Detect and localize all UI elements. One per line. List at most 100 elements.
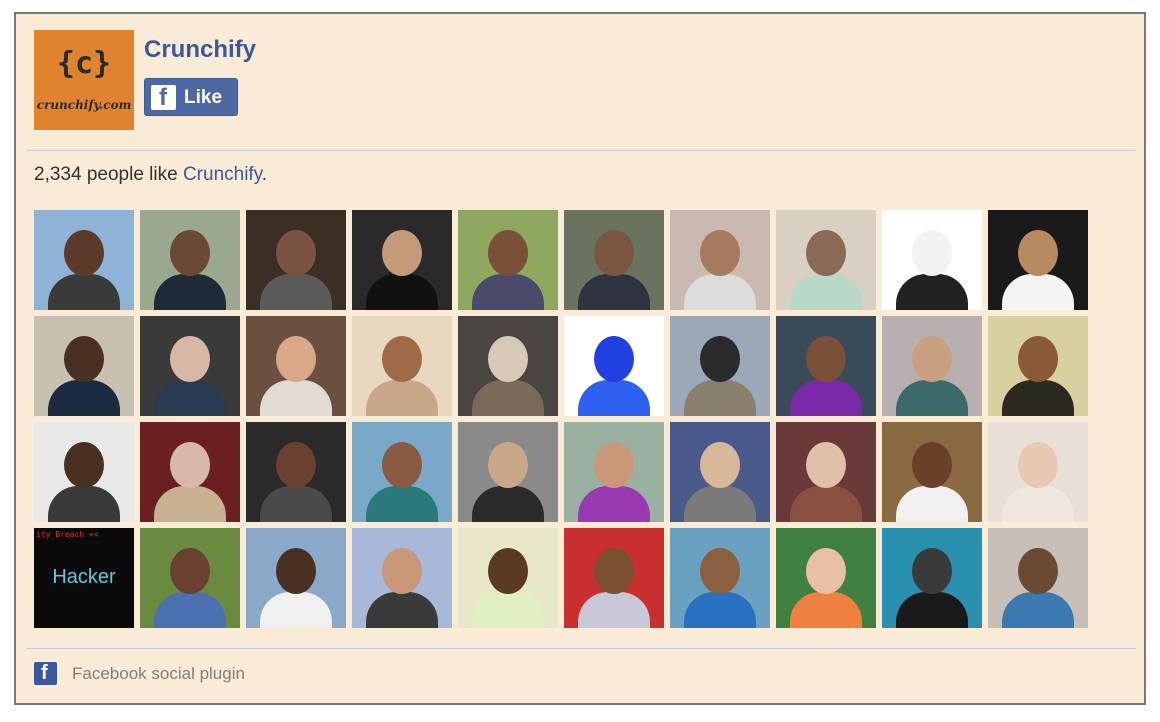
fan-avatar[interactable] (140, 316, 240, 416)
page-name-link[interactable]: Crunchify (144, 36, 256, 64)
avatar-body (578, 592, 650, 628)
avatar-head (806, 336, 846, 382)
fan-avatar[interactable] (140, 210, 240, 310)
fan-avatar[interactable] (140, 422, 240, 522)
fan-avatar[interactable] (670, 316, 770, 416)
avatar-body (260, 380, 332, 416)
logo-braces: {c} (56, 46, 112, 81)
fan-avatar[interactable]: ity Breach << Hacker (34, 528, 134, 628)
avatar-body (684, 380, 756, 416)
fan-avatar[interactable] (140, 528, 240, 628)
avatar-head (700, 548, 740, 594)
fan-avatar[interactable] (882, 422, 982, 522)
fan-avatar[interactable] (988, 210, 1088, 310)
fan-avatar[interactable] (564, 210, 664, 310)
avatar-body (366, 380, 438, 416)
avatar-body (684, 274, 756, 310)
fan-avatar[interactable] (458, 528, 558, 628)
fan-avatar[interactable] (564, 316, 664, 416)
avatar-head (276, 548, 316, 594)
avatar-head (912, 442, 952, 488)
avatar-body (48, 380, 120, 416)
page-link[interactable]: Crunchify (183, 164, 262, 185)
fan-avatar[interactable] (458, 422, 558, 522)
fan-avatar[interactable] (458, 210, 558, 310)
fan-avatar[interactable] (776, 210, 876, 310)
avatar-body (48, 486, 120, 522)
avatar-body (48, 274, 120, 310)
fan-avatar[interactable] (352, 422, 452, 522)
avatar-head (700, 336, 740, 382)
avatar-head (488, 442, 528, 488)
avatar-body (896, 486, 968, 522)
avatar-body (1002, 274, 1074, 310)
fan-avatar[interactable] (246, 210, 346, 310)
avatar-body (260, 592, 332, 628)
fan-avatar[interactable] (352, 210, 452, 310)
fan-avatar[interactable] (246, 528, 346, 628)
avatar-body (1002, 486, 1074, 522)
fan-avatar[interactable] (34, 316, 134, 416)
avatar-body (684, 486, 756, 522)
avatar-body (790, 592, 862, 628)
avatar-head (912, 548, 952, 594)
fan-avatar[interactable] (670, 528, 770, 628)
avatar-head (276, 336, 316, 382)
fan-avatar[interactable] (564, 422, 664, 522)
avatar-head (170, 230, 210, 276)
divider (26, 150, 1136, 151)
avatar-head (1018, 442, 1058, 488)
avatar-head (594, 230, 634, 276)
hacker-badge: ity Breach << (36, 530, 99, 539)
avatar-body (578, 486, 650, 522)
fan-avatar[interactable] (34, 422, 134, 522)
avatar-head (488, 336, 528, 382)
page-header: {c} crunchify.com Crunchify f Like (34, 30, 1138, 134)
avatar-head (806, 548, 846, 594)
fan-avatar[interactable] (882, 528, 982, 628)
fan-avatar[interactable] (246, 422, 346, 522)
fan-avatar[interactable] (776, 422, 876, 522)
fan-avatar[interactable] (988, 528, 1088, 628)
fan-avatar[interactable] (246, 316, 346, 416)
avatar-body (260, 486, 332, 522)
avatar-head (912, 230, 952, 276)
fan-avatar[interactable] (776, 316, 876, 416)
avatar-head (276, 442, 316, 488)
like-count: 2,334 (34, 164, 82, 185)
avatar-head (912, 336, 952, 382)
footer-text[interactable]: Facebook social plugin (72, 664, 245, 684)
avatar-body (790, 274, 862, 310)
avatar-head (382, 442, 422, 488)
fan-avatar[interactable] (34, 210, 134, 310)
fan-avatar[interactable] (670, 210, 770, 310)
avatar-body (578, 380, 650, 416)
avatar-body (154, 486, 226, 522)
fan-avatar[interactable] (352, 528, 452, 628)
fan-avatar[interactable] (670, 422, 770, 522)
avatar-body (154, 380, 226, 416)
fan-avatar[interactable] (988, 316, 1088, 416)
summary-suffix: . (261, 164, 268, 185)
avatar-head (700, 442, 740, 488)
avatar-head (1018, 548, 1058, 594)
plugin-footer: f Facebook social plugin (34, 662, 434, 692)
avatar-body (154, 592, 226, 628)
fan-avatar[interactable] (882, 316, 982, 416)
fan-avatar[interactable] (458, 316, 558, 416)
fan-avatar[interactable] (776, 528, 876, 628)
facebook-icon[interactable]: f (34, 662, 57, 685)
avatar-head (594, 548, 634, 594)
fan-avatar[interactable] (882, 210, 982, 310)
avatar-body (790, 380, 862, 416)
page-logo[interactable]: {c} crunchify.com (34, 30, 134, 130)
like-button[interactable]: f Like (144, 78, 238, 116)
avatar-body (366, 592, 438, 628)
avatar-body (472, 380, 544, 416)
fan-avatar[interactable] (352, 316, 452, 416)
fan-avatar[interactable] (564, 528, 664, 628)
fan-avatar[interactable] (988, 422, 1088, 522)
logo-text: crunchify.com (36, 98, 132, 112)
avatar-head (1018, 336, 1058, 382)
avatar-head (700, 230, 740, 276)
